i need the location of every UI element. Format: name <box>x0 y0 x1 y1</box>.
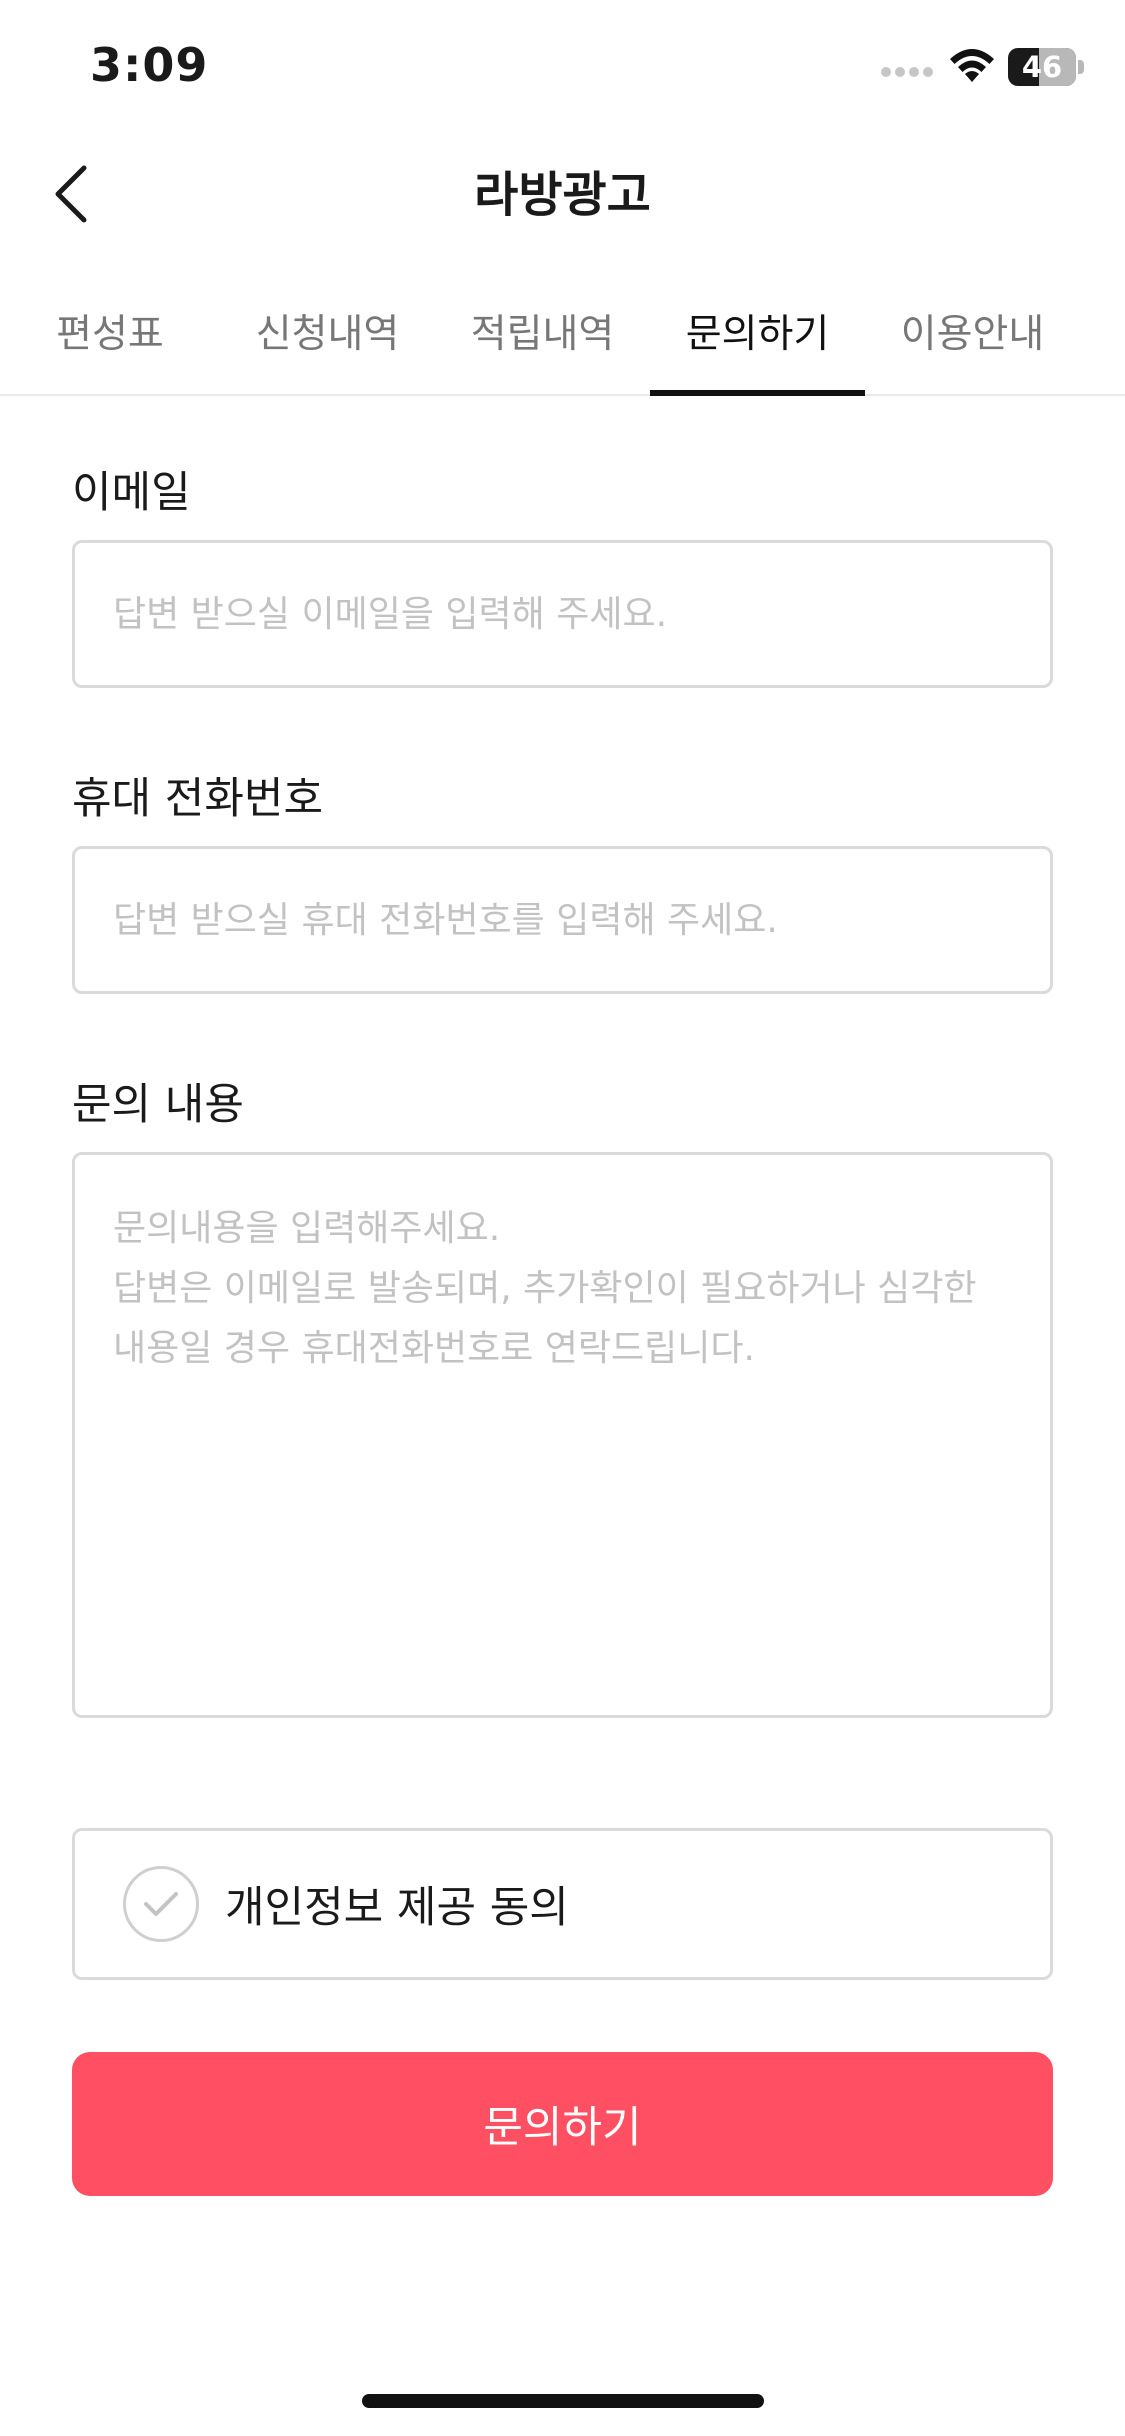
tab-guide[interactable]: 이용안내 <box>865 268 1080 394</box>
submit-inquiry-button[interactable]: 문의하기 <box>72 2052 1053 2196</box>
back-button[interactable] <box>30 154 110 234</box>
nav-header: 라방광고 <box>0 140 1125 250</box>
battery-level: 46 <box>1021 50 1063 84</box>
battery-icon: 46 <box>1008 48 1084 86</box>
status-bar: 3:09 46 <box>0 0 1125 140</box>
email-field-box <box>72 540 1053 688</box>
consent-check-circle <box>123 1866 199 1942</box>
tab-inquiry[interactable]: 문의하기 <box>650 268 865 396</box>
email-label: 이메일 <box>72 468 191 518</box>
inquiry-content-box <box>72 1152 1053 1718</box>
status-time: 3:09 <box>90 38 209 92</box>
phone-field-box <box>72 846 1053 994</box>
inquiry-content-label: 문의 내용 <box>72 1080 244 1130</box>
wifi-icon <box>950 49 994 82</box>
battery-cap <box>1078 60 1084 74</box>
home-indicator <box>362 2394 764 2408</box>
tab-applications[interactable]: 신청내역 <box>220 268 435 394</box>
page-title: 라방광고 <box>474 167 651 223</box>
privacy-consent-checkbox[interactable]: 개인정보 제공 동의 <box>72 1828 1053 1980</box>
cellular-signal-icon <box>881 67 933 77</box>
consent-label: 개인정보 제공 동의 <box>225 1883 569 1933</box>
inquiry-content-textarea[interactable] <box>75 1155 1050 1715</box>
checkmark-icon <box>144 1892 178 1916</box>
chevron-left-icon <box>55 165 87 223</box>
tab-points[interactable]: 적립내역 <box>435 268 650 394</box>
phone-label: 휴대 전화번호 <box>72 774 324 824</box>
email-input[interactable] <box>75 543 1050 685</box>
tab-schedule[interactable]: 편성표 <box>0 268 220 394</box>
tab-bar: 편성표 신청내역 적립내역 문의하기 이용안내 <box>0 268 1125 396</box>
phone-input[interactable] <box>75 849 1050 991</box>
